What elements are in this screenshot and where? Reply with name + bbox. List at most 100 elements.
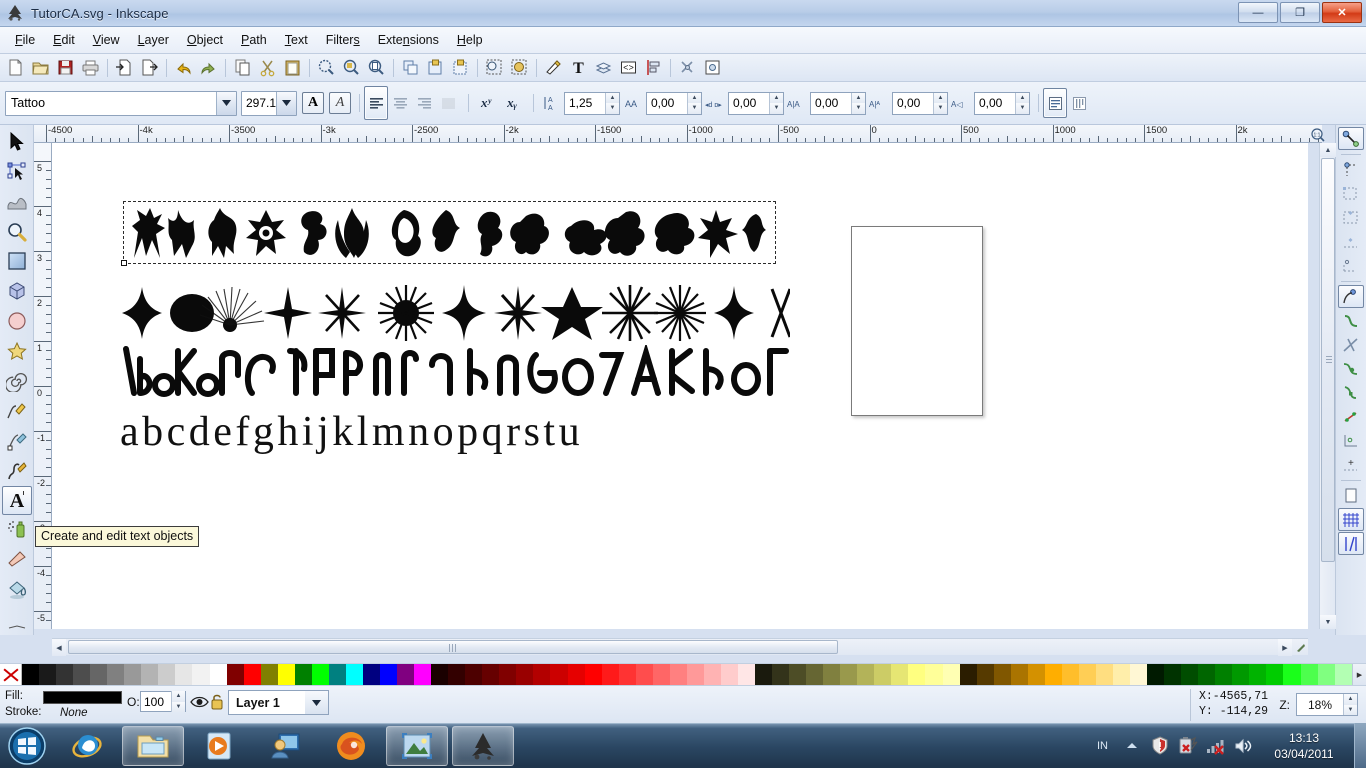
menu-item-filters[interactable]: Filters <box>317 30 369 50</box>
enable-snapping-button[interactable] <box>1338 127 1364 150</box>
italic-toggle[interactable]: A <box>329 92 351 114</box>
snap-cusp-node-button[interactable] <box>1338 357 1364 380</box>
scroll-left-icon[interactable]: ◀ <box>52 639 66 656</box>
canvas-corner-icon[interactable] <box>1293 639 1308 656</box>
text-tool-dialog-icon[interactable]: T <box>566 56 591 80</box>
menu-item-path[interactable]: Path <box>232 30 276 50</box>
color-swatch[interactable] <box>618 664 636 686</box>
opacity-value[interactable] <box>141 694 170 709</box>
spiral-tool[interactable] <box>2 366 32 396</box>
character-rotation-stepper[interactable]: ▲ ▼ <box>1015 92 1029 114</box>
show-desktop-button[interactable] <box>1354 723 1366 768</box>
color-swatch[interactable] <box>448 664 466 686</box>
stroke-value[interactable]: None <box>60 707 88 719</box>
text-horizontal-icon[interactable] <box>1043 88 1067 118</box>
color-swatch[interactable] <box>652 664 670 686</box>
cut-icon[interactable] <box>255 56 280 80</box>
3dbox-tool[interactable] <box>2 276 32 306</box>
snap-path-intersection-button[interactable] <box>1338 333 1364 356</box>
color-swatch[interactable] <box>1147 664 1165 686</box>
menu-item-object[interactable]: Object <box>178 30 232 50</box>
zoom-stepper[interactable]: ▲ ▼ <box>1343 694 1357 715</box>
color-swatch[interactable] <box>772 664 790 686</box>
color-swatch[interactable] <box>584 664 602 686</box>
taskbar-windows-media-player[interactable] <box>188 726 250 766</box>
snap-guide-button[interactable] <box>1338 532 1364 555</box>
snap-object-center-button[interactable] <box>1338 429 1364 452</box>
language-indicator[interactable]: IN <box>1097 740 1108 752</box>
color-swatch[interactable] <box>1095 664 1113 686</box>
superscript-icon[interactable]: xʸ <box>473 91 499 115</box>
snap-smooth-node-button[interactable] <box>1338 381 1364 404</box>
zoom-drawing-icon[interactable] <box>339 56 364 80</box>
chevron-up-icon[interactable] <box>1121 735 1143 757</box>
color-swatch[interactable] <box>277 664 295 686</box>
none-swatch[interactable] <box>0 664 22 686</box>
star-glyph-row[interactable] <box>120 285 792 346</box>
layers-dialog-icon[interactable] <box>591 56 616 80</box>
minimize-button[interactable]: — <box>1238 2 1278 23</box>
color-swatch[interactable] <box>993 664 1011 686</box>
color-swatch[interactable] <box>567 664 585 686</box>
color-swatch[interactable] <box>1198 664 1216 686</box>
color-swatch[interactable] <box>73 664 91 686</box>
save-document-icon[interactable] <box>53 56 78 80</box>
color-swatch[interactable] <box>1113 664 1131 686</box>
chevron-down-icon[interactable] <box>305 690 329 715</box>
opacity-stepper[interactable]: ▲ ▼ <box>171 691 185 712</box>
snap-bounding-box-button[interactable] <box>1338 158 1364 181</box>
font-family-input[interactable] <box>6 92 201 114</box>
redo-icon[interactable] <box>196 56 221 80</box>
color-swatch[interactable] <box>107 664 125 686</box>
color-swatch[interactable] <box>158 664 176 686</box>
color-swatch[interactable] <box>1215 664 1233 686</box>
color-swatch[interactable] <box>1010 664 1028 686</box>
color-swatch[interactable] <box>482 664 500 686</box>
color-swatch[interactable] <box>1334 664 1352 686</box>
latin-alphabet-row[interactable]: abcdefghijklmnopqrstu <box>120 408 583 456</box>
network-error-icon[interactable] <box>1205 735 1227 757</box>
menu-item-edit[interactable]: Edit <box>44 30 84 50</box>
snap-page-border-button[interactable] <box>1338 484 1364 507</box>
color-swatch[interactable] <box>1249 664 1267 686</box>
undo-icon[interactable] <box>171 56 196 80</box>
lower-to-bottom-icon[interactable] <box>507 56 532 80</box>
clock[interactable]: 13:13 03/04/2011 <box>1258 730 1350 762</box>
zoom-1to1-icon[interactable]: 1:1 <box>1308 126 1328 144</box>
horizontal-ruler[interactable]: -4500 -4k -3500 -3k -2500 -2k -1500 -1000 -500 0 5… <box>34 125 1322 143</box>
color-palette[interactable]: ▶ <box>0 663 1366 686</box>
color-swatch[interactable] <box>789 664 807 686</box>
scroll-right-icon[interactable]: ▶ <box>1278 639 1292 656</box>
color-swatch[interactable] <box>499 664 517 686</box>
word-spacing-value[interactable] <box>729 93 766 113</box>
color-swatch[interactable] <box>686 664 704 686</box>
color-swatch[interactable] <box>124 664 142 686</box>
color-swatch[interactable] <box>1232 664 1250 686</box>
font-family-combo[interactable] <box>5 90 237 116</box>
line-spacing-value[interactable] <box>565 93 602 113</box>
fill-color-swatch[interactable] <box>43 691 122 704</box>
palette-more-icon[interactable]: ▶ <box>1352 664 1366 685</box>
color-swatch[interactable] <box>39 664 57 686</box>
color-swatch[interactable] <box>601 664 619 686</box>
align-center-icon[interactable] <box>388 91 412 115</box>
color-swatch[interactable] <box>56 664 74 686</box>
color-swatch[interactable] <box>362 664 380 686</box>
fill-stroke-dialog-icon[interactable] <box>541 56 566 80</box>
ungroup-icon[interactable] <box>448 56 473 80</box>
snap-object-bbox-button[interactable] <box>1338 254 1364 277</box>
raise-to-top-icon[interactable] <box>482 56 507 80</box>
zoom-input[interactable]: 18% ▲ ▼ <box>1296 693 1358 716</box>
line-spacing-input[interactable]: ▲▼ <box>564 91 620 115</box>
bezier-tool[interactable] <box>2 426 32 456</box>
taskbar-remote-assistance[interactable] <box>254 726 316 766</box>
vertical-kerning-value[interactable] <box>893 93 930 113</box>
color-swatch[interactable] <box>294 664 312 686</box>
vertical-kerning-input[interactable]: ▲▼ <box>892 91 948 115</box>
document-properties-icon[interactable] <box>700 56 725 80</box>
color-swatch[interactable] <box>379 664 398 686</box>
maximize-button[interactable]: ❐ <box>1280 2 1320 23</box>
word-spacing-input[interactable]: ▲▼ <box>728 91 784 115</box>
spray-tool[interactable] <box>2 515 32 545</box>
taskbar-inkscape[interactable] <box>452 726 514 766</box>
